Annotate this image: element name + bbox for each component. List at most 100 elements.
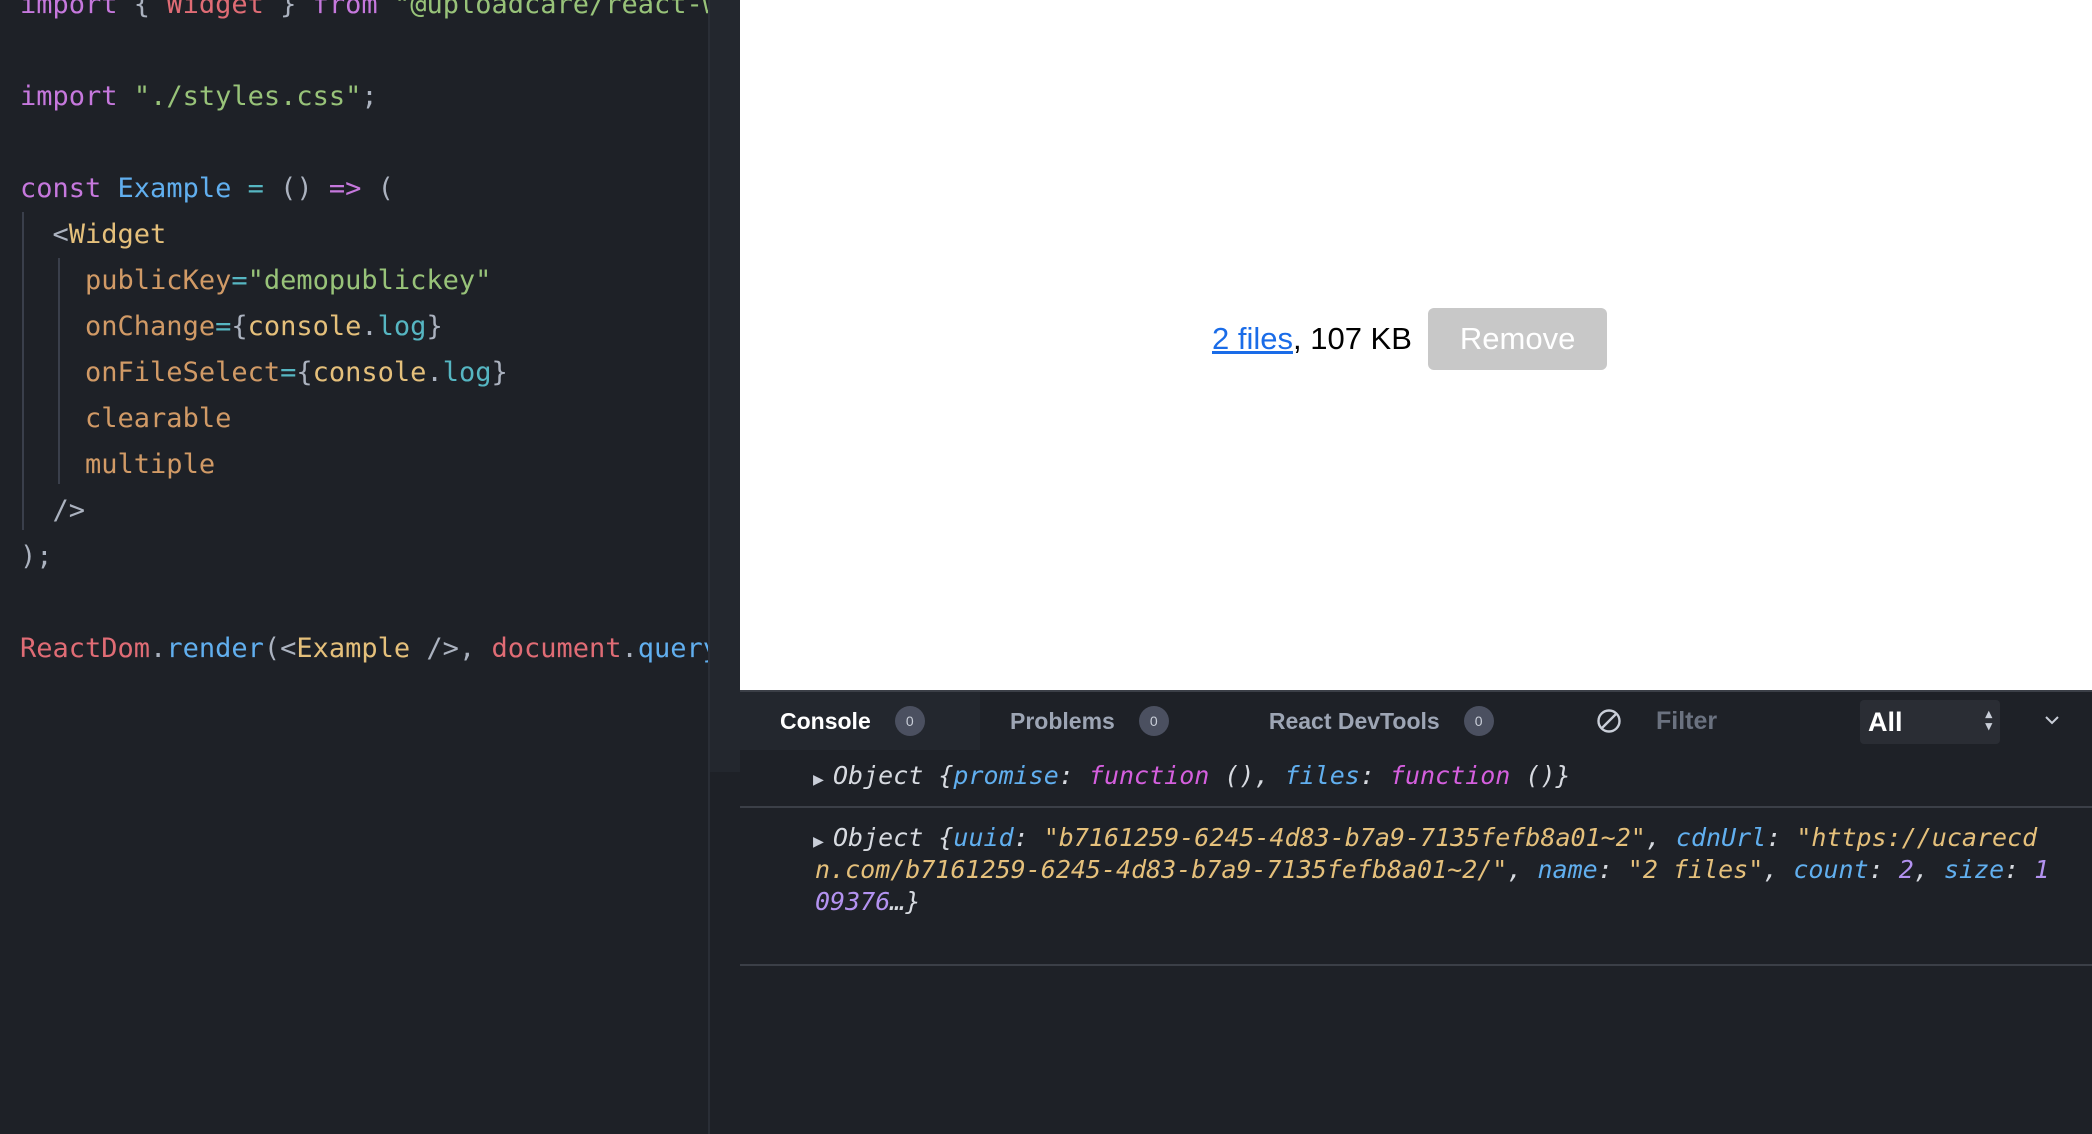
code-line[interactable]: import { Widget } from "@uploadcare/reac… — [20, 0, 735, 28]
log-level-select[interactable]: All ▴ ▾ — [1860, 700, 2000, 744]
code-token: Example — [296, 633, 411, 664]
code-token: ( — [361, 173, 394, 204]
clear-console-icon[interactable] — [1596, 708, 1622, 734]
count-badge: 0 — [894, 706, 925, 736]
console-log-entry[interactable]: ▶ Object {uuid: "b7161259-6245-4d83-b7a9-… — [740, 808, 2092, 966]
log-token: , — [1913, 855, 1944, 884]
log-token: : — [2004, 855, 2035, 884]
uploadcare-widget: 2 files, 107 KB Remove — [1212, 308, 1608, 370]
tab-console[interactable]: Console 0 — [740, 692, 980, 750]
code-token: import — [20, 81, 118, 112]
code-line[interactable]: /> — [20, 488, 735, 534]
code-line[interactable]: multiple — [20, 442, 735, 488]
code-token: => — [328, 173, 362, 204]
log-token: Object { — [833, 823, 954, 852]
code-line[interactable] — [20, 120, 735, 166]
code-token: = — [231, 265, 248, 296]
code-line[interactable]: clearable — [20, 396, 735, 442]
log-message: Object {promise: function (), files: fun… — [815, 760, 2062, 792]
code-token: clearable — [85, 403, 232, 434]
code-line[interactable]: <Widget — [20, 212, 735, 258]
code-token: = — [247, 173, 264, 204]
tab-label: React DevTools — [1268, 707, 1440, 734]
code-token: . — [426, 357, 443, 388]
code-line[interactable]: import "./styles.css"; — [20, 74, 735, 120]
console-log-entry[interactable]: ▶ Object {promise: function (), files: fu… — [740, 750, 2092, 808]
log-token: count — [1793, 855, 1869, 884]
code-token: from — [312, 0, 378, 20]
log-token: "2 files" — [1627, 855, 1764, 884]
log-token: 2 — [1898, 855, 1914, 884]
code-token: } — [426, 311, 443, 342]
count-badge: 0 — [1138, 706, 1169, 736]
files-size: , 107 KB — [1292, 321, 1412, 356]
log-token: size — [1943, 855, 2005, 884]
code-editor[interactable]: import { Widget } from "@uploadcare/reac… — [0, 0, 740, 1134]
files-link[interactable]: 2 files — [1212, 321, 1293, 356]
chevron-down-icon[interactable] — [2038, 706, 2066, 734]
code-token: { — [296, 357, 313, 388]
code-token: ; — [361, 81, 378, 112]
code-token: = — [280, 357, 297, 388]
log-token: : — [1359, 761, 1390, 790]
indent-guide — [22, 212, 24, 530]
log-token: uuid — [953, 823, 1014, 852]
code-line[interactable]: ReactDom.render(<Example />, document.qu… — [20, 626, 735, 672]
code-token: ); — [20, 541, 53, 572]
code-token: onChange — [85, 311, 216, 342]
expand-triangle-icon[interactable]: ▶ — [813, 764, 824, 796]
devtools-panel: Console 0 Problems 0 React DevTools 0 Al… — [740, 690, 2092, 1134]
code-line[interactable]: const Example = () => ( — [20, 166, 735, 212]
file-summary: 2 files, 107 KB — [1212, 321, 1412, 357]
code-token: log — [442, 357, 492, 388]
filter-input[interactable] — [1656, 700, 1876, 742]
code-line[interactable]: onFileSelect={console.log} — [20, 350, 735, 396]
code-token: Widget — [166, 0, 264, 20]
log-token: cdnUrl — [1675, 823, 1767, 852]
code-token: onFileSelect — [85, 357, 281, 388]
select-arrows-icon: ▴ ▾ — [1985, 706, 1992, 733]
code-content[interactable]: import { Widget } from "@uploadcare/reac… — [20, 0, 735, 672]
indent-guide — [58, 258, 60, 484]
code-token: () — [263, 173, 329, 204]
remove-button[interactable]: Remove — [1427, 308, 1608, 370]
log-token: files — [1284, 761, 1360, 790]
code-token: document — [491, 633, 622, 664]
log-token: : — [1766, 823, 1797, 852]
tab-react-devtools[interactable]: React DevTools 0 — [1209, 692, 1534, 750]
code-token: } — [491, 357, 508, 388]
code-line[interactable]: onChange={console.log} — [20, 304, 735, 350]
editor-scrollbar[interactable] — [710, 0, 740, 772]
code-token: ReactDom — [20, 633, 151, 664]
code-token: . — [621, 633, 638, 664]
expand-triangle-icon[interactable]: ▶ — [813, 826, 824, 858]
log-token: : — [1868, 855, 1899, 884]
count-badge: 0 — [1463, 706, 1494, 736]
log-token: : — [1013, 823, 1044, 852]
code-line[interactable] — [20, 28, 735, 74]
code-line[interactable]: ); — [20, 534, 735, 580]
log-message: Object {uuid: "b7161259-6245-4d83-b7a9-7… — [815, 822, 2062, 918]
tab-label: Problems — [1010, 707, 1115, 734]
tab-problems[interactable]: Problems 0 — [980, 692, 1209, 750]
code-token: import — [20, 0, 118, 20]
code-token: . — [150, 633, 167, 664]
log-token: : — [1058, 761, 1089, 790]
code-token: "./styles.css" — [133, 81, 362, 112]
log-token: ()} — [1510, 761, 1571, 790]
code-token: />, — [410, 633, 492, 664]
code-token: const — [20, 173, 102, 204]
log-level-value: All — [1868, 706, 1903, 737]
log-token: , — [1763, 855, 1794, 884]
code-token: /> — [20, 495, 86, 526]
code-line[interactable]: publicKey="demopublickey" — [20, 258, 735, 304]
code-line[interactable] — [20, 580, 735, 626]
